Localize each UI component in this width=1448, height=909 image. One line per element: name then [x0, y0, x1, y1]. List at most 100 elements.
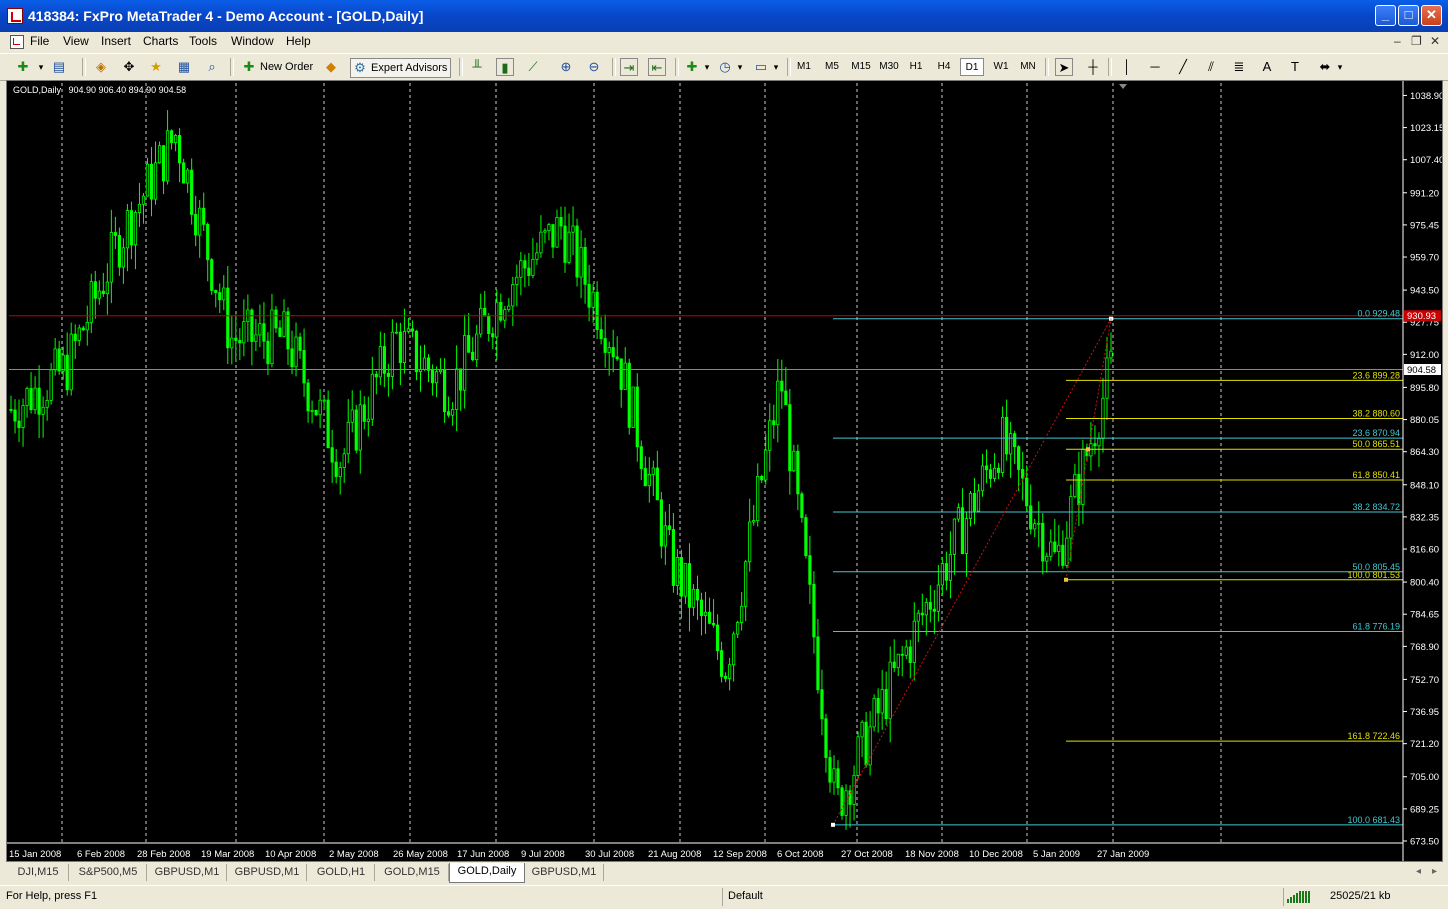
tab-scroll-left-icon[interactable]: ◂: [1416, 866, 1421, 877]
indicators-dropdown-icon[interactable]: ▾: [698, 58, 716, 76]
tab-gbpusd-m1-c[interactable]: GBPUSD,M1: [525, 864, 604, 881]
tab-gbpusd-m1-a[interactable]: GBPUSD,M1: [148, 864, 227, 881]
arrows-dropdown-icon[interactable]: ▾: [1331, 58, 1349, 76]
timeframe-h4[interactable]: H4: [932, 58, 956, 76]
candle-body: [334, 461, 338, 478]
candle-body: [1017, 446, 1021, 470]
candle-body: [984, 465, 989, 471]
candle-body: [254, 334, 258, 342]
candle-body: [85, 321, 89, 331]
candle-body: [270, 309, 274, 365]
new-chart-icon[interactable]: ✚: [14, 58, 32, 76]
candle-body: [386, 372, 390, 377]
chart-header: GOLD,Daily 904.90 906.40 894.90 904.58: [13, 85, 186, 95]
candle-body: [764, 449, 768, 481]
navigator-icon[interactable]: ★: [147, 58, 165, 76]
candle-body: [840, 787, 844, 816]
menu-tools[interactable]: Tools: [189, 34, 217, 48]
candle-body: [535, 252, 539, 260]
candle-body: [627, 362, 631, 428]
chart-symbol-label: GOLD,Daily: [13, 85, 62, 95]
chart-ohlc-values: 904.90 906.40 894.90 904.58: [68, 85, 187, 95]
document-icon[interactable]: [10, 35, 24, 49]
candle-body: [186, 169, 190, 184]
menu-help[interactable]: Help: [286, 34, 311, 48]
zoom-in-icon[interactable]: ⊕: [557, 58, 575, 76]
date-tick-label: 10 Dec 2008: [969, 849, 1023, 860]
candle-body: [748, 521, 752, 563]
chart-shift-icon[interactable]: ⇤: [648, 58, 666, 76]
candle-body: [772, 420, 776, 426]
strategy-tester-icon[interactable]: ⌕: [203, 58, 221, 76]
timeframe-w1[interactable]: W1: [989, 58, 1013, 76]
templates-dropdown-icon[interactable]: ▾: [767, 58, 785, 76]
fibo-cyan-label: 38.2 834.72: [1352, 502, 1400, 512]
candle-body: [161, 145, 166, 182]
trendline-icon[interactable]: ╱: [1174, 58, 1192, 76]
candle-body: [980, 465, 985, 492]
app-icon[interactable]: [7, 8, 23, 24]
minimize-button[interactable]: _: [1375, 5, 1396, 26]
new-order-button[interactable]: ✚ New Order: [240, 58, 314, 76]
candle-body: [663, 525, 667, 547]
close-button[interactable]: ✕: [1421, 5, 1442, 26]
expert-advisors-button[interactable]: ⚙ Expert Advisors: [350, 58, 452, 78]
maximize-button[interactable]: □: [1398, 5, 1419, 26]
tab-scroll-right-icon[interactable]: ▸: [1432, 866, 1437, 877]
fibo-yellow-label: 161.8 722.46: [1347, 731, 1400, 741]
timeframe-m5[interactable]: M5: [820, 58, 844, 76]
timeframe-m15[interactable]: M15: [848, 58, 874, 76]
market-watch-icon[interactable]: ◈: [92, 58, 110, 76]
dropdown-arrow-icon[interactable]: ▾: [32, 58, 50, 76]
tab-gold-h1[interactable]: GOLD,H1: [308, 864, 375, 881]
tab-gbpusd-m1-b[interactable]: GBPUSD,M1: [228, 864, 307, 881]
vertical-line-icon[interactable]: │: [1118, 58, 1136, 76]
timeframe-h1[interactable]: H1: [904, 58, 928, 76]
candle-body: [936, 584, 940, 612]
candle-body: [876, 698, 880, 714]
menu-insert[interactable]: Insert: [101, 34, 131, 48]
horizontal-line-icon[interactable]: ─: [1146, 58, 1164, 76]
timeframe-m1[interactable]: M1: [792, 58, 816, 76]
data-window-icon[interactable]: ✥: [120, 58, 138, 76]
candle-body: [410, 328, 415, 332]
tab-sp500-m5[interactable]: S&P500,M5: [70, 864, 147, 881]
crosshair-icon[interactable]: ┼: [1084, 58, 1102, 76]
price-level-tag-label: 904.58: [1407, 365, 1436, 376]
candlestick-icon[interactable]: ▮: [496, 58, 514, 76]
mdi-restore-button[interactable]: ❐: [1411, 34, 1422, 48]
zoom-out-icon[interactable]: ⊖: [585, 58, 603, 76]
menu-charts[interactable]: Charts: [143, 34, 178, 48]
timeframe-mn[interactable]: MN: [1016, 58, 1040, 76]
tab-gold-daily[interactable]: GOLD,Daily: [449, 863, 525, 883]
price-tick-label: 880.05: [1410, 415, 1439, 426]
fibonacci-icon[interactable]: ≣: [1230, 58, 1248, 76]
timeframe-d1[interactable]: D1: [960, 58, 984, 76]
metaeditor-icon[interactable]: ◆: [322, 58, 340, 76]
mdi-minimize-button[interactable]: –: [1394, 34, 1401, 48]
connection-status-icon[interactable]: [1287, 891, 1311, 903]
mdi-close-button[interactable]: ✕: [1430, 34, 1440, 48]
text-label-icon[interactable]: T: [1286, 58, 1304, 76]
tab-dji-m15[interactable]: DJI,M15: [8, 864, 69, 881]
menu-view[interactable]: View: [63, 34, 89, 48]
price-chart[interactable]: 0.0 929.4823.6 870.9438.2 834.7250.0 805…: [7, 81, 1442, 861]
autoscroll-icon[interactable]: ⇥: [620, 58, 638, 76]
equidistant-channel-icon[interactable]: ⫽: [1202, 58, 1220, 76]
periods-dropdown-icon[interactable]: ▾: [731, 58, 749, 76]
profiles-icon[interactable]: ▤: [50, 58, 68, 76]
menu-file[interactable]: File: [30, 34, 49, 48]
text-icon[interactable]: A: [1258, 58, 1276, 76]
chart-window[interactable]: 0.0 929.48 23.6 870.94 38.2 834.72 50.0 805…: [6, 80, 1443, 862]
menu-window[interactable]: Window: [231, 34, 274, 48]
tab-gold-m15[interactable]: GOLD,M15: [376, 864, 449, 881]
cursor-icon[interactable]: ➤: [1055, 58, 1073, 76]
line-chart-icon[interactable]: ⟋: [524, 58, 542, 76]
candle-body: [719, 650, 724, 677]
timeframe-m30[interactable]: M30: [876, 58, 902, 76]
candle-body: [141, 195, 146, 205]
bar-chart-icon[interactable]: ╨: [468, 58, 486, 76]
candle-body: [202, 207, 206, 225]
terminal-icon[interactable]: ▦: [175, 58, 193, 76]
candle-body: [326, 399, 330, 449]
